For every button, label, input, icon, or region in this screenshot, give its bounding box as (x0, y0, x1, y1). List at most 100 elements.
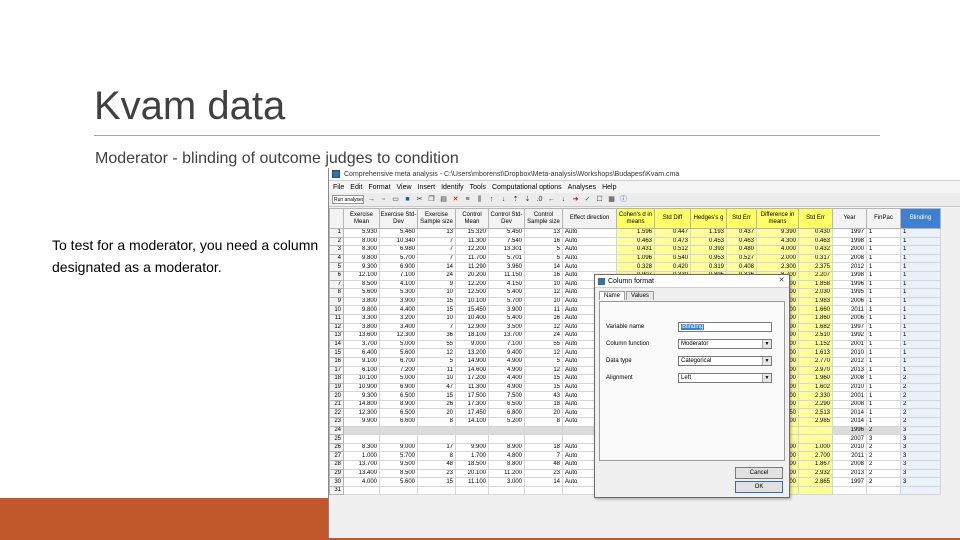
table-cell[interactable]: 10 (417, 288, 456, 298)
table-cell[interactable]: 2.510 (798, 331, 833, 341)
table-cell[interactable]: 1 (866, 391, 901, 401)
column-header[interactable]: Std Err (726, 208, 757, 229)
table-cell[interactable]: 2008 (832, 399, 867, 410)
row-number[interactable]: 26 (329, 442, 344, 453)
table-cell[interactable]: 0.473 (654, 236, 691, 247)
table-cell[interactable]: 2.300 (756, 262, 799, 272)
table-cell[interactable]: 0.328 (616, 262, 655, 272)
table-cell[interactable]: 1.860 (798, 313, 833, 324)
table-cell[interactable]: 11.700 (455, 253, 489, 264)
table-cell[interactable]: 0.527 (726, 253, 757, 264)
table-cell[interactable]: 12 (524, 348, 563, 358)
insert-column-icon[interactable]: ⫼ (475, 195, 484, 204)
table-cell[interactable]: 4.300 (756, 236, 799, 247)
table-cell[interactable]: 1 (866, 305, 901, 315)
table-cell[interactable]: 1 (900, 270, 941, 281)
table-cell[interactable]: 2001 (832, 339, 867, 350)
table-cell[interactable]: 20 (417, 408, 456, 419)
table-cell[interactable]: 3 (900, 434, 941, 444)
table-cell[interactable]: 2008 (832, 253, 867, 264)
table-cell[interactable]: 3 (900, 477, 941, 487)
chevron-down-icon[interactable]: ▼ (762, 357, 771, 365)
table-cell[interactable]: 5.000 (379, 339, 418, 350)
table-cell[interactable]: 12 (524, 322, 563, 333)
table-cell[interactable]: 1 (866, 313, 901, 324)
row-number[interactable]: 3 (329, 245, 344, 255)
table-cell[interactable]: 2013 (832, 468, 867, 479)
column-header[interactable]: Hedges's g (690, 208, 727, 229)
table-cell[interactable]: 1995 (832, 288, 867, 298)
table-cell[interactable]: 5.600 (379, 348, 418, 358)
table-cell[interactable]: 1 (866, 348, 901, 358)
table-cell[interactable]: 5.460 (379, 228, 418, 238)
table-cell[interactable]: 7.100 (488, 339, 525, 350)
table-cell[interactable]: 13.301 (488, 245, 525, 255)
chevron-down-icon[interactable]: ▼ (762, 340, 771, 348)
table-cell[interactable]: 6.900 (379, 262, 418, 272)
table-cell[interactable]: 15 (524, 382, 563, 393)
table-cell[interactable]: 1.193 (690, 228, 727, 238)
table-cell[interactable] (798, 485, 833, 496)
table-cell[interactable]: 4.400 (488, 374, 525, 384)
table-cell[interactable]: 0.453 (690, 236, 727, 247)
table-cell[interactable]: 47 (417, 382, 456, 393)
row-number[interactable]: 5 (329, 262, 344, 272)
table-cell[interactable]: 1 (900, 288, 941, 298)
table-cell[interactable]: 55 (417, 339, 456, 350)
table-cell[interactable]: 5.200 (488, 417, 525, 427)
table-cell[interactable]: 0.437 (726, 228, 757, 238)
table-cell[interactable]: 0.512 (654, 245, 691, 255)
table-cell[interactable]: 15.450 (455, 305, 489, 315)
table-cell[interactable]: 2 (900, 399, 941, 410)
row-number[interactable]: 30 (329, 477, 344, 487)
table-cell[interactable]: 1 (866, 374, 901, 384)
table-cell[interactable]: 1 (866, 408, 901, 419)
table-cell[interactable]: 0.463 (616, 236, 655, 247)
table-cell[interactable]: 8.000 (343, 236, 380, 247)
table-cell[interactable]: 0.463 (726, 236, 757, 247)
table-cell[interactable]: 20 (524, 408, 563, 419)
table-cell[interactable]: 5 (417, 356, 456, 367)
table-cell[interactable]: 0.408 (726, 262, 757, 272)
column-header[interactable]: Difference in means (756, 208, 799, 229)
table-cell[interactable]: 5.400 (488, 313, 525, 324)
table-cell[interactable]: 1 (866, 296, 901, 307)
table-cell[interactable]: 12.500 (455, 288, 489, 298)
row-number[interactable]: 8 (329, 288, 344, 298)
row-number[interactable]: 17 (329, 365, 344, 376)
table-cell[interactable] (343, 434, 380, 444)
table-cell[interactable]: 14.600 (455, 365, 489, 376)
cancel-button[interactable]: Cancel (735, 467, 783, 479)
table-cell[interactable]: 10 (524, 296, 563, 307)
table-cell[interactable]: Auto (562, 228, 617, 238)
table-cell[interactable]: 1 (900, 262, 941, 272)
table-cell[interactable] (379, 425, 418, 436)
table-cell[interactable]: 5.700 (379, 253, 418, 264)
table-cell[interactable] (524, 485, 563, 496)
table-cell[interactable]: 3.700 (343, 339, 380, 350)
table-cell[interactable]: 5.930 (343, 228, 380, 238)
table-cell[interactable]: 8.500 (379, 468, 418, 479)
table-cell[interactable]: 10 (417, 374, 456, 384)
row-number[interactable]: 14 (329, 339, 344, 350)
table-cell[interactable]: 7 (417, 245, 456, 255)
table-cell[interactable]: 11.100 (455, 477, 489, 487)
table-cell[interactable]: 1.000 (343, 451, 380, 462)
table-cell[interactable]: 11.200 (488, 468, 525, 479)
table-cell[interactable]: 48 (417, 460, 456, 470)
table-cell[interactable]: 4.100 (379, 279, 418, 290)
table-cell[interactable]: 1997 (832, 477, 867, 487)
help-icon[interactable]: ⓘ (619, 195, 628, 204)
table-cell[interactable]: 3 (900, 468, 941, 479)
table-cell[interactable]: 5.000 (379, 374, 418, 384)
column-header[interactable]: Exercise Std-Dev (379, 208, 418, 229)
table-cell[interactable]: 2012 (832, 356, 867, 367)
table-cell[interactable]: 2.375 (798, 262, 833, 272)
table-cell[interactable]: 9.000 (379, 442, 418, 453)
table-cell[interactable]: 7 (417, 253, 456, 264)
table-cell[interactable]: 8.900 (488, 442, 525, 453)
table-cell[interactable]: 0.480 (726, 245, 757, 255)
table-cell[interactable]: 20.100 (455, 468, 489, 479)
table-cell[interactable]: 2.865 (798, 477, 833, 487)
table-cell[interactable]: 1.613 (798, 348, 833, 358)
